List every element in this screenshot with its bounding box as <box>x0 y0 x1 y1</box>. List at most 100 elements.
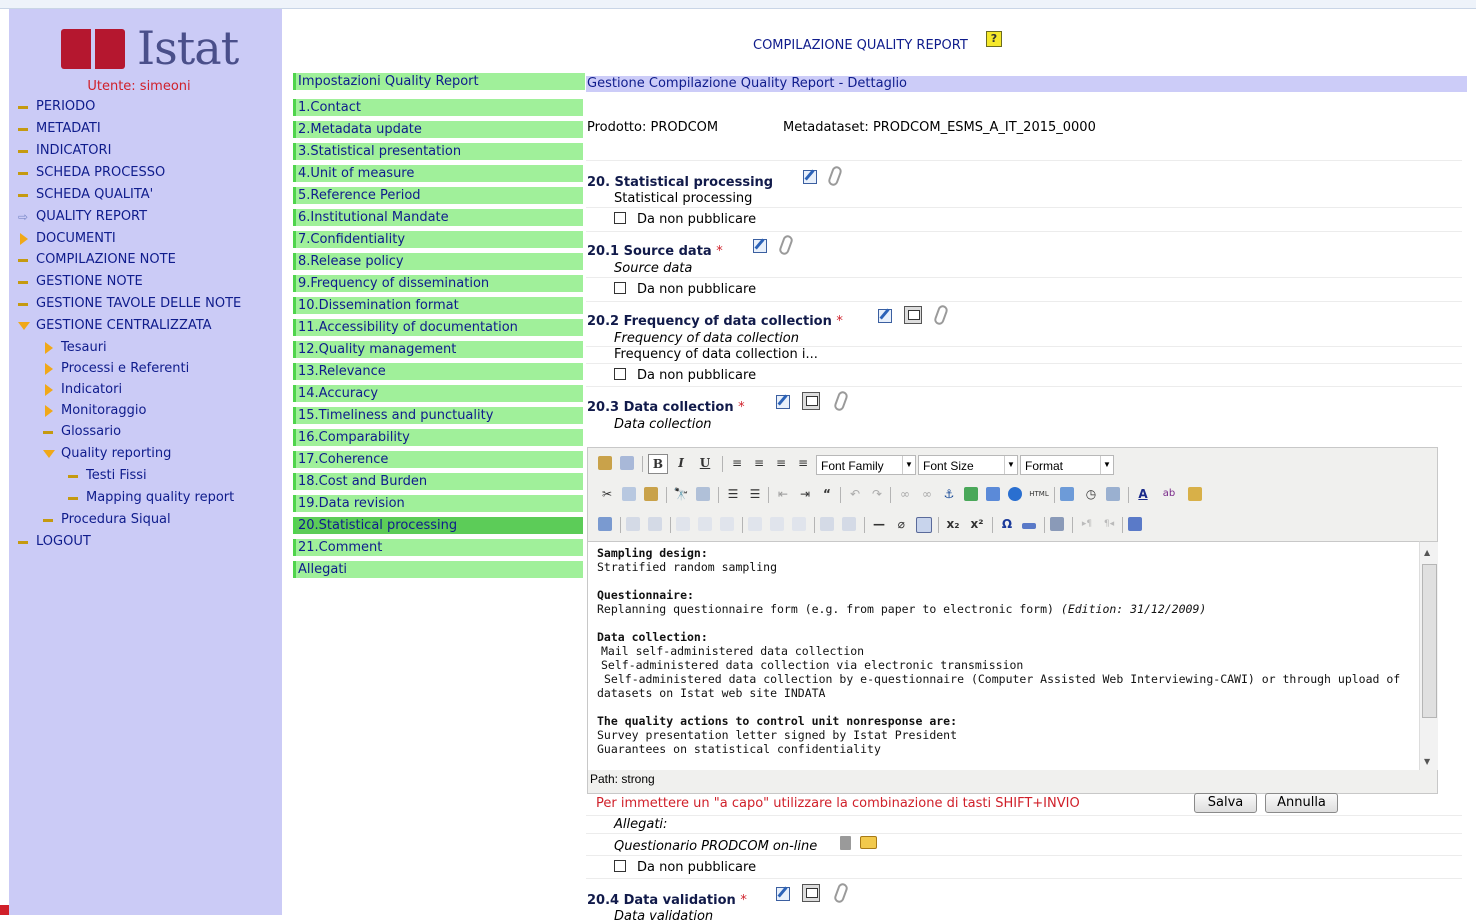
cancel-button[interactable]: Annulla <box>1265 793 1338 813</box>
edit-icon[interactable] <box>878 309 892 323</box>
replace-icon[interactable] <box>696 487 710 501</box>
italic-button[interactable]: I <box>672 454 690 472</box>
preview-icon[interactable] <box>1106 487 1120 501</box>
paste-special-icon[interactable] <box>1188 487 1202 501</box>
table-row-props-icon[interactable] <box>648 517 662 531</box>
bold-button[interactable]: B <box>648 454 668 474</box>
font-size-select[interactable]: Font Size ▼ <box>918 455 1018 475</box>
help-editor-icon[interactable] <box>1008 487 1022 501</box>
nav-item[interactable]: 10.Dissemination format <box>293 297 583 314</box>
scroll-up-icon[interactable]: ▲ <box>1424 548 1430 557</box>
merge-cells-icon[interactable] <box>842 517 856 531</box>
nav-item[interactable]: 17.Coherence <box>293 451 583 468</box>
cleanup-icon[interactable] <box>986 487 1000 501</box>
editor-content[interactable]: Sampling design: Stratified random sampl… <box>588 541 1419 770</box>
document-icon[interactable] <box>802 884 820 902</box>
insert-col-after-icon[interactable] <box>770 517 784 531</box>
remove-format-icon[interactable]: ⌀ <box>892 515 910 533</box>
paste-text-icon[interactable] <box>598 456 612 470</box>
visual-aid-icon[interactable] <box>916 517 932 533</box>
find-icon[interactable]: 🔭 <box>672 485 690 503</box>
horizontal-rule-icon[interactable]: — <box>870 515 888 533</box>
edit-icon[interactable] <box>803 170 817 184</box>
outdent-icon[interactable]: ⇤ <box>774 485 792 503</box>
unpublish-checkbox[interactable] <box>614 212 626 224</box>
font-family-select[interactable]: Font Family ▼ <box>816 455 916 475</box>
save-button[interactable]: Salva <box>1194 793 1257 813</box>
ltr-icon[interactable]: ▸¶ <box>1078 515 1096 533</box>
split-cells-icon[interactable] <box>820 517 834 531</box>
numbered-list-icon[interactable]: ☰ <box>746 485 764 503</box>
edit-css-icon[interactable] <box>598 517 612 531</box>
edit-icon[interactable] <box>776 395 790 409</box>
align-center-icon[interactable]: ≡ <box>750 454 768 472</box>
document-icon[interactable] <box>802 392 820 410</box>
nav-item[interactable]: 5.Reference Period <box>293 187 583 204</box>
unpublish-checkbox[interactable] <box>614 282 626 294</box>
edit-icon[interactable] <box>776 887 790 901</box>
link-icon[interactable]: ∞ <box>896 485 914 503</box>
subscript-icon[interactable]: x₂ <box>944 515 962 533</box>
superscript-icon[interactable]: x² <box>968 515 986 533</box>
format-select[interactable]: Format ▼ <box>1020 455 1114 475</box>
align-left-icon[interactable]: ≡ <box>728 454 746 472</box>
scroll-down-icon[interactable]: ▼ <box>1424 757 1430 766</box>
cut-icon[interactable]: ✂ <box>598 485 616 503</box>
nav-item[interactable]: 15.Timeliness and punctuality <box>293 407 583 424</box>
anchor-icon[interactable]: ⚓ <box>940 485 958 503</box>
editor-scrollbar[interactable]: ▲ ▼ <box>1419 541 1438 770</box>
nav-item[interactable]: 11.Accessibility of documentation <box>293 319 583 336</box>
copy-icon[interactable] <box>622 487 636 501</box>
nav-item[interactable]: 3.Statistical presentation <box>293 143 583 160</box>
nav-item[interactable]: 20.Statistical processing <box>293 517 583 534</box>
delete-col-icon[interactable] <box>792 517 806 531</box>
fullscreen-icon[interactable] <box>1128 517 1142 531</box>
help-icon[interactable]: ? <box>986 31 1002 47</box>
nav-item[interactable]: 7.Confidentiality <box>293 231 583 248</box>
paperclip-icon[interactable] <box>832 389 850 413</box>
redo-icon[interactable]: ↷ <box>868 485 886 503</box>
unpublish-checkbox[interactable] <box>614 860 626 872</box>
nav-item[interactable]: 6.Institutional Mandate <box>293 209 583 226</box>
undo-icon[interactable]: ↶ <box>846 485 864 503</box>
nav-item[interactable]: 13.Relevance <box>293 363 583 380</box>
paperclip-icon[interactable] <box>777 233 795 257</box>
nav-item[interactable]: 16.Comparability <box>293 429 583 446</box>
insert-date-icon[interactable] <box>1060 487 1074 501</box>
horizontal-line-icon[interactable] <box>1022 523 1036 529</box>
folder-icon[interactable] <box>860 836 877 849</box>
scroll-thumb[interactable] <box>1422 564 1437 718</box>
paperclip-icon[interactable] <box>826 164 844 188</box>
rtl-icon[interactable]: ¶◂ <box>1100 515 1118 533</box>
nav-item[interactable]: 21.Comment <box>293 539 583 556</box>
nav-item[interactable]: 8.Release policy <box>293 253 583 270</box>
nav-item[interactable]: 9.Frequency of dissemination <box>293 275 583 292</box>
insert-row-before-icon[interactable] <box>676 517 690 531</box>
paperclip-icon[interactable] <box>932 303 950 327</box>
delete-row-icon[interactable] <box>720 517 734 531</box>
align-justify-icon[interactable]: ≡ <box>794 454 812 472</box>
edit-icon[interactable] <box>753 239 767 253</box>
attachment-name[interactable]: Questionario PRODCOM on-line <box>614 839 817 854</box>
insert-col-before-icon[interactable] <box>748 517 762 531</box>
table-icon[interactable] <box>626 517 640 531</box>
nav-item[interactable]: 19.Data revision <box>293 495 583 512</box>
nav-item[interactable]: 14.Accuracy <box>293 385 583 402</box>
print-icon[interactable] <box>1050 517 1064 531</box>
paste-word-icon[interactable] <box>620 456 634 470</box>
blockquote-icon[interactable]: “ <box>818 485 836 503</box>
indent-icon[interactable]: ⇥ <box>796 485 814 503</box>
background-color-icon[interactable]: ab <box>1160 485 1178 503</box>
image-icon[interactable] <box>964 487 978 501</box>
nav-item[interactable]: 1.Contact <box>293 99 583 116</box>
nav-item[interactable]: 18.Cost and Burden <box>293 473 583 490</box>
text-color-icon[interactable]: A <box>1134 485 1152 503</box>
special-char-icon[interactable]: Ω <box>998 515 1016 533</box>
align-right-icon[interactable]: ≡ <box>772 454 790 472</box>
unpublish-checkbox[interactable] <box>614 368 626 380</box>
html-icon[interactable]: HTML <box>1028 485 1050 503</box>
insert-time-icon[interactable]: ◷ <box>1082 485 1100 503</box>
underline-button[interactable]: U <box>696 454 714 472</box>
document-icon[interactable] <box>904 306 922 324</box>
nav-item[interactable]: 2.Metadata update <box>293 121 583 138</box>
